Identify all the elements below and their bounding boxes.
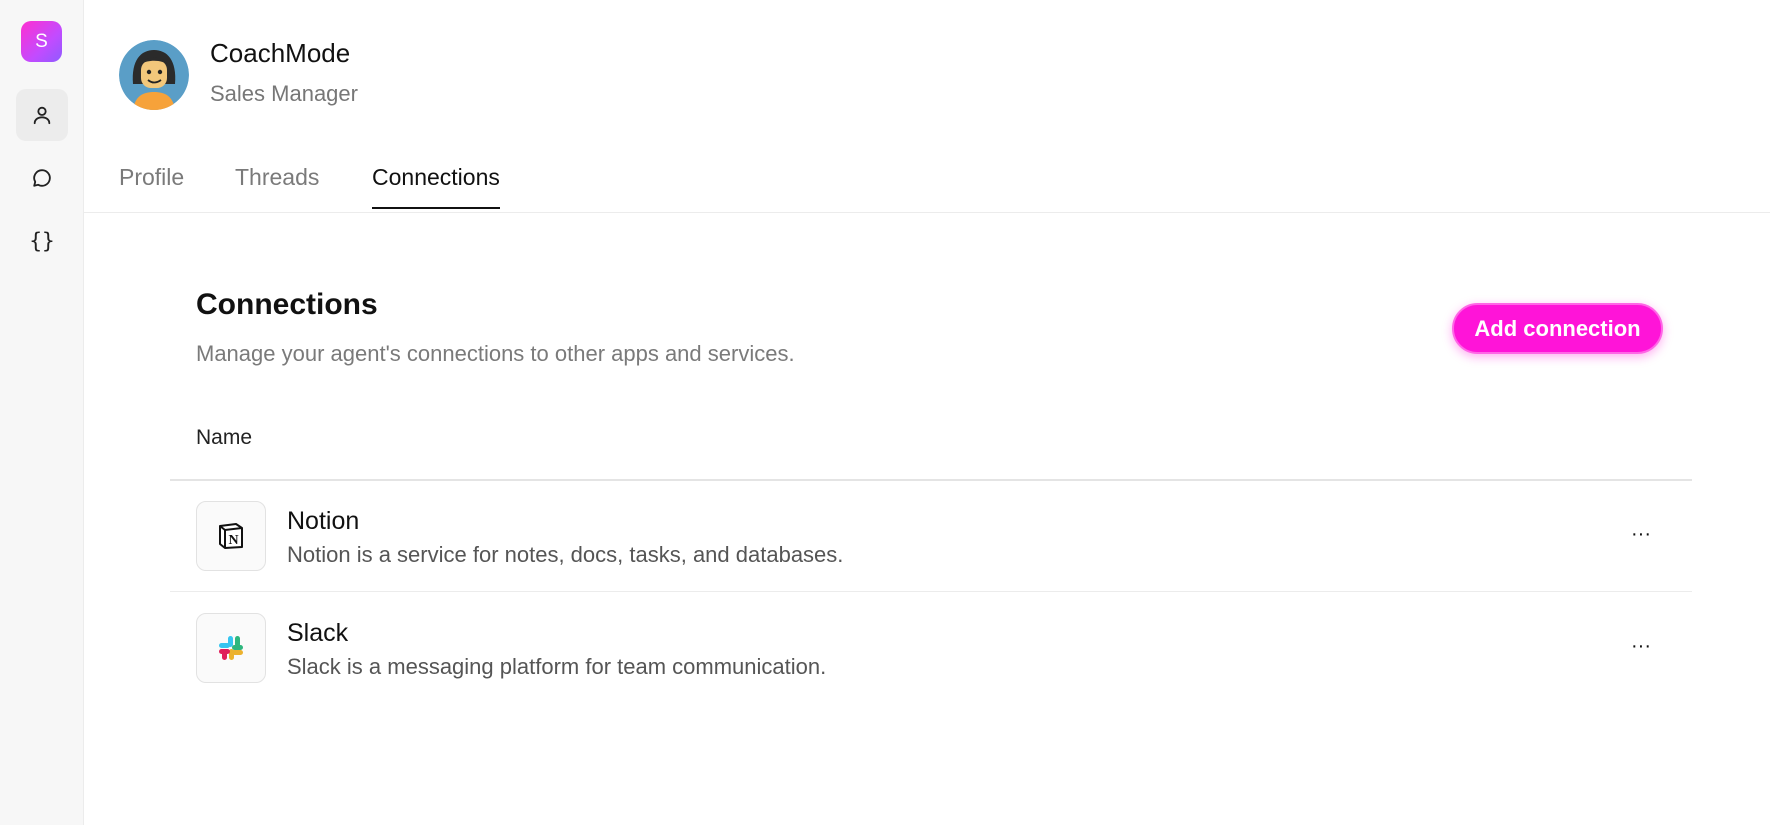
braces-icon: {} (29, 229, 55, 253)
tab-bar: Profile Threads Connections (84, 150, 1770, 213)
agent-role: Sales Manager (210, 81, 358, 106)
tab-profile[interactable]: Profile (119, 164, 184, 207)
rail-item-code[interactable]: {} (16, 215, 68, 267)
rail-item-profile[interactable] (16, 89, 68, 141)
add-connection-button[interactable]: Add connection (1452, 303, 1663, 354)
left-rail: S {} (0, 0, 84, 825)
connection-name: Notion (287, 507, 360, 535)
connection-description: Notion is a service for notes, docs, tas… (287, 542, 844, 567)
row-divider (170, 591, 1692, 592)
chat-bubble-icon (33, 169, 51, 187)
slack-icon (196, 613, 266, 683)
connection-row-notion[interactable]: N Notion Notion is a service for notes, … (170, 481, 1692, 592)
rail-item-threads[interactable] (16, 152, 68, 204)
workspace-logo[interactable]: S (21, 21, 62, 62)
notion-icon: N (196, 501, 266, 571)
user-icon (33, 106, 51, 125)
section-title: Connections (196, 288, 378, 321)
tab-connections[interactable]: Connections (372, 164, 500, 209)
connection-description: Slack is a messaging platform for team c… (287, 654, 827, 679)
tab-threads[interactable]: Threads (235, 164, 319, 207)
more-options-icon[interactable]: ··· (1626, 631, 1656, 661)
connection-row-slack[interactable]: Slack Slack is a messaging platform for … (170, 593, 1692, 704)
connection-name: Slack (287, 619, 349, 647)
section-description: Manage your agent's connections to other… (196, 341, 795, 366)
agent-avatar (119, 40, 189, 110)
svg-text:N: N (228, 533, 238, 548)
agent-name: CoachMode (210, 38, 351, 68)
logo-letter: S (35, 30, 48, 52)
more-options-icon[interactable]: ··· (1626, 519, 1656, 549)
column-header-name[interactable]: Name (196, 426, 252, 450)
